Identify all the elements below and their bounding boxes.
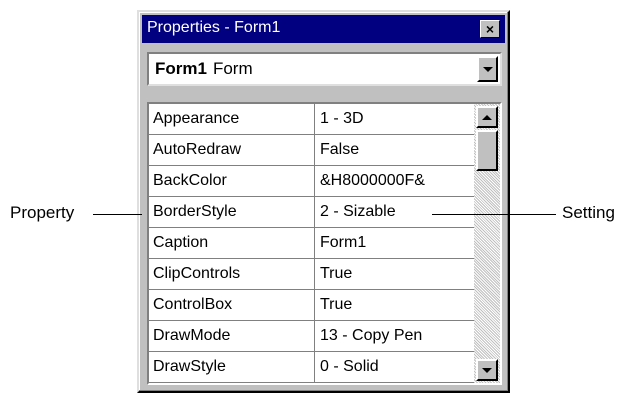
property-name[interactable]: BorderStyle bbox=[149, 197, 315, 227]
property-value[interactable]: 2 - Sizable bbox=[315, 197, 474, 227]
window-title: Properties - Form1 bbox=[147, 19, 281, 36]
object-name: Form1 bbox=[155, 59, 207, 78]
property-name[interactable]: AutoRedraw bbox=[149, 135, 315, 165]
property-row[interactable]: ControlBox True bbox=[149, 290, 474, 321]
property-name[interactable]: DrawMode bbox=[149, 321, 315, 351]
property-name[interactable]: Caption bbox=[149, 228, 315, 258]
property-name[interactable]: DrawStyle bbox=[149, 352, 315, 382]
property-name[interactable]: Appearance bbox=[149, 104, 315, 134]
property-name[interactable]: ClipControls bbox=[149, 259, 315, 289]
property-name[interactable]: ControlBox bbox=[149, 290, 315, 320]
property-value[interactable]: True bbox=[315, 259, 474, 289]
arrow-down-icon bbox=[482, 367, 492, 373]
property-value[interactable]: False bbox=[315, 135, 474, 165]
scrollbar-thumb[interactable] bbox=[476, 130, 498, 171]
object-selector-combo[interactable]: Form1 Form bbox=[147, 52, 502, 86]
property-value[interactable]: &H8000000F& bbox=[315, 166, 474, 196]
title-bar[interactable]: Properties - Form1 × bbox=[142, 15, 505, 43]
object-selector-dropdown-button[interactable] bbox=[477, 56, 498, 82]
property-value[interactable]: 1 - 3D bbox=[315, 104, 474, 134]
property-value[interactable]: Form1 bbox=[315, 228, 474, 258]
property-value[interactable]: True bbox=[315, 290, 474, 320]
property-row[interactable]: Appearance 1 - 3D bbox=[149, 104, 474, 135]
property-value[interactable]: 0 - Solid bbox=[315, 352, 474, 382]
setting-callout-line bbox=[432, 214, 556, 215]
property-row[interactable]: DrawMode 13 - Copy Pen bbox=[149, 321, 474, 352]
setting-callout-label: Setting bbox=[562, 203, 615, 222]
chevron-down-icon bbox=[482, 66, 493, 72]
property-value[interactable]: 13 - Copy Pen bbox=[315, 321, 474, 351]
property-callout-label: Property bbox=[10, 203, 75, 222]
arrow-up-icon bbox=[482, 114, 492, 120]
property-grid: Appearance 1 - 3D AutoRedraw False BackColor… bbox=[147, 102, 502, 385]
property-row[interactable]: ClipControls True bbox=[149, 259, 474, 290]
object-selector-text: Form1 Form bbox=[155, 59, 253, 79]
close-icon: × bbox=[485, 21, 495, 37]
property-row[interactable]: DrawStyle 0 - Solid bbox=[149, 352, 474, 383]
property-name[interactable]: BackColor bbox=[149, 166, 315, 196]
object-type: Form bbox=[212, 59, 253, 78]
vertical-scrollbar[interactable] bbox=[474, 104, 500, 383]
scroll-down-button[interactable] bbox=[476, 359, 498, 381]
property-row[interactable]: BackColor &H8000000F& bbox=[149, 166, 474, 197]
property-callout-line bbox=[93, 214, 142, 215]
properties-window: Properties - Form1 × Form1 Form Appearanc… bbox=[137, 10, 510, 393]
property-row[interactable]: AutoRedraw False bbox=[149, 135, 474, 166]
property-row[interactable]: BorderStyle 2 - Sizable bbox=[149, 197, 474, 228]
property-list: Appearance 1 - 3D AutoRedraw False BackColor… bbox=[149, 104, 474, 383]
scroll-up-button[interactable] bbox=[476, 106, 498, 128]
close-button[interactable]: × bbox=[480, 20, 500, 38]
property-row[interactable]: Caption Form1 bbox=[149, 228, 474, 259]
